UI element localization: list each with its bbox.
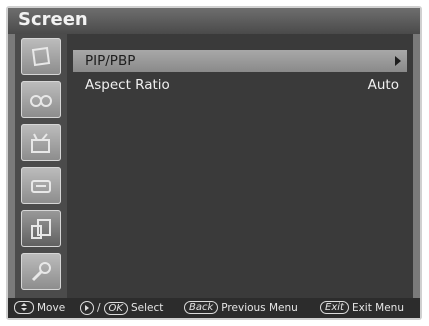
sidebar-item-timer[interactable] [21, 167, 61, 204]
hint-back: Back Previous Menu [184, 301, 298, 314]
osd-menu-window: Screen PIP/PBP Aspect Ratio Auto Move / … [6, 6, 422, 320]
hint-select-sep: / [97, 302, 101, 314]
hint-move: Move [14, 301, 65, 314]
up-down-arrows-icon [14, 301, 34, 314]
sidebar-item-screen[interactable] [21, 210, 61, 247]
sidebar-item-sound[interactable] [21, 81, 61, 118]
picture-icon [31, 46, 51, 67]
sidebar-item-channel[interactable] [21, 124, 61, 161]
back-key-icon: Back [184, 301, 219, 314]
hint-select-label: Select [130, 302, 164, 314]
category-sidebar [15, 34, 67, 300]
menu-item-label: Aspect Ratio [85, 77, 170, 93]
hint-select: / OK Select [80, 301, 163, 315]
menu-title: Screen [18, 9, 88, 30]
menu-body: PIP/PBP Aspect Ratio Auto [15, 34, 413, 300]
hint-back-label: Previous Menu [221, 301, 298, 314]
submenu-arrow-icon [395, 56, 401, 66]
ok-key-icon: OK [103, 301, 128, 315]
setup-icon [31, 262, 51, 282]
menu-title-bar: Screen [8, 8, 420, 34]
hint-exit-label: Exit Menu [351, 301, 404, 314]
menu-item-aspect-ratio[interactable]: Aspect Ratio Auto [73, 74, 407, 96]
exit-key-icon: Exit [320, 301, 349, 314]
menu-item-value: Auto [367, 77, 399, 93]
hint-exit: Exit Exit Menu [320, 301, 404, 314]
timer-icon [31, 180, 51, 193]
right-arrow-icon [80, 301, 94, 315]
hint-move-label: Move [37, 301, 66, 314]
channel-icon [31, 133, 50, 153]
sidebar-item-picture[interactable] [21, 38, 61, 75]
menu-item-pip-pbp[interactable]: PIP/PBP [73, 50, 407, 72]
menu-item-label: PIP/PBP [85, 53, 136, 69]
key-guide-bar: Move / OK Select Back Previous Menu Exit… [8, 298, 420, 318]
sidebar-item-setup[interactable] [21, 253, 61, 290]
sound-icon [30, 95, 52, 107]
menu-content: PIP/PBP Aspect Ratio Auto [71, 42, 407, 294]
screen-icon [31, 219, 51, 239]
